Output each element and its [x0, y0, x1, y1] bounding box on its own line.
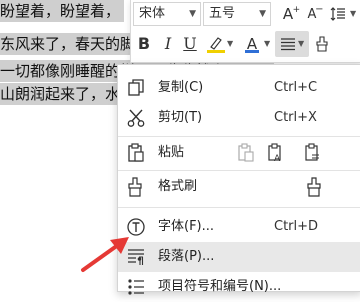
chevron-down-icon: ▼: [298, 39, 305, 48]
bold-button[interactable]: B: [133, 33, 155, 55]
chevron-down-icon: ▼: [259, 9, 266, 19]
clipboard-icon: [128, 143, 144, 162]
menu-item-label: 粘贴: [158, 145, 185, 160]
paste-keep-format-icon[interactable]: [236, 143, 256, 163]
brush-icon[interactable]: [305, 177, 325, 197]
menu-item-label: 项目符号和编号(N)...: [158, 279, 282, 294]
line-spacing-button[interactable]: [327, 3, 349, 25]
font-size-select[interactable]: 五号 ▼: [203, 2, 271, 26]
font-name-value: 宋体: [139, 6, 166, 21]
menu-item-format-painter[interactable]: 格式刷: [118, 172, 360, 202]
scissors-icon: [127, 109, 145, 127]
brush-icon: [128, 177, 142, 197]
menu-item-font[interactable]: 字体(F)... Ctrl+D: [118, 212, 360, 242]
menu-separator: [118, 170, 360, 171]
menu-item-paragraph[interactable]: 段落(P)...: [118, 242, 360, 272]
menu-item-bullets[interactable]: 项目符号和编号(N)...: [118, 272, 360, 302]
doc-line-1[interactable]: 盼望着，盼望着，: [0, 0, 125, 22]
underline-button[interactable]: U: [179, 33, 201, 55]
font-size-value: 五号: [209, 6, 236, 21]
line-spacing-icon: [330, 7, 345, 21]
toolbar-row-1: 宋体 ▼ 五号 ▼ A + A − ▼: [131, 0, 360, 28]
red-arrow-icon: [81, 237, 129, 272]
copy-icon: [128, 79, 144, 96]
menu-item-shortcut: Ctrl+C: [274, 80, 318, 95]
italic-button[interactable]: I: [157, 33, 179, 55]
paste-merge-format-icon[interactable]: A: [266, 143, 286, 163]
font-color-bar: [245, 50, 259, 53]
menu-item-label: 复制(C): [158, 80, 204, 95]
shrink-font-button[interactable]: A −: [301, 3, 324, 25]
menu-item-paste[interactable]: 粘贴 A: [118, 138, 360, 168]
chevron-down-icon[interactable]: ▼: [264, 33, 272, 55]
brush-icon: [316, 36, 328, 52]
menu-item-shortcut: Ctrl+D: [274, 219, 319, 234]
paste-text-only-icon[interactable]: [303, 143, 323, 163]
highlight-color-bar: [207, 50, 225, 53]
list-bullets-icon: [128, 279, 144, 295]
shrink-font-icon: A −: [307, 4, 324, 22]
grow-font-button[interactable]: A +: [277, 3, 301, 25]
menu-item-label: 段落(P)...: [158, 249, 215, 264]
menu-item-copy[interactable]: 复制(C) Ctrl+C: [118, 73, 360, 103]
menu-item-label: 格式刷: [158, 179, 198, 194]
font-name-select[interactable]: 宋体 ▼: [133, 2, 201, 26]
highlighter-icon: [210, 37, 222, 50]
chevron-down-icon[interactable]: ▼: [350, 3, 358, 25]
toolbar-row-2: B I U ▼ A ▼ ▼: [131, 30, 360, 58]
highlight-button[interactable]: [205, 33, 227, 55]
menu-separator: [118, 207, 360, 208]
menu-item-label: 字体(F)...: [158, 219, 215, 234]
font-color-button[interactable]: A: [241, 33, 263, 55]
align-justify-icon: [281, 38, 295, 51]
chevron-down-icon[interactable]: ▼: [227, 33, 235, 55]
mini-toolbar: 宋体 ▼ 五号 ▼ A + A − ▼ B I U ▼ A ▼ ▼: [130, 0, 360, 63]
chevron-down-icon: ▼: [189, 9, 196, 19]
align-button[interactable]: ▼: [275, 31, 309, 57]
svg-text:A: A: [274, 154, 281, 163]
menu-separator: [118, 136, 360, 137]
format-painter-button[interactable]: [311, 33, 333, 55]
grow-font-glyph: A: [282, 5, 294, 23]
context-menu: 复制(C) Ctrl+C 剪切(T) Ctrl+X 粘贴 A 格式刷 字体(F)…: [117, 64, 360, 295]
menu-item-cut[interactable]: 剪切(T) Ctrl+X: [118, 103, 360, 133]
menu-item-shortcut: Ctrl+X: [274, 110, 317, 125]
grow-font-icon: A +: [282, 5, 301, 23]
menu-item-label: 剪切(T): [158, 110, 203, 125]
